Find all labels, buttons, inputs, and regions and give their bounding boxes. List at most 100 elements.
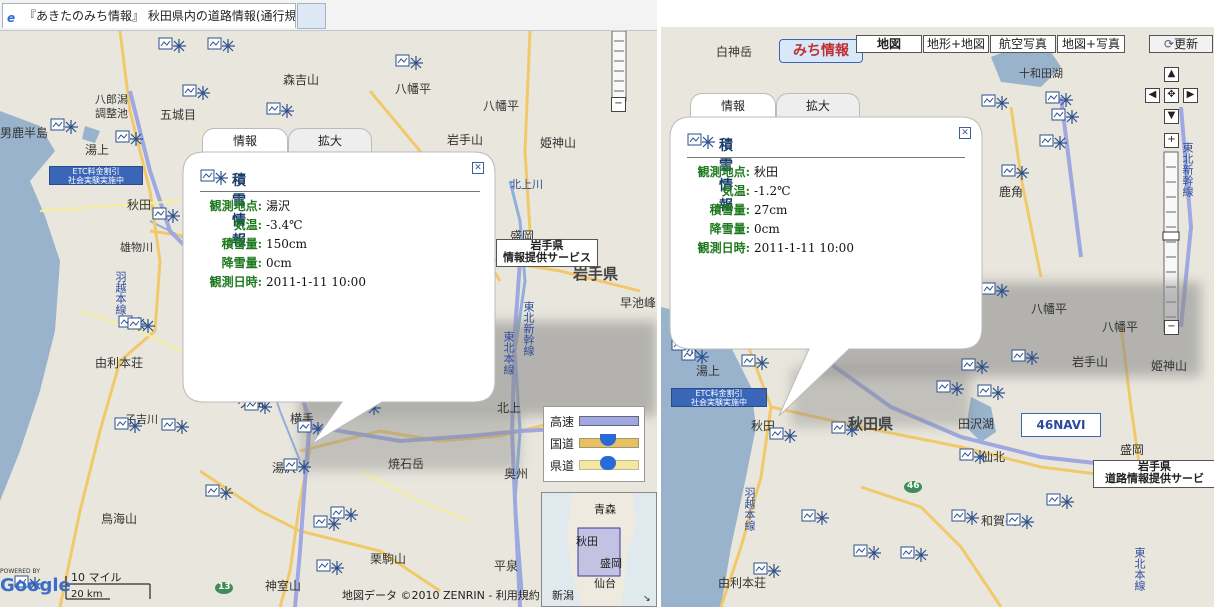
snow-station-icon[interactable] [900,545,930,565]
snow-station-icon[interactable] [831,420,861,440]
pan-down-button[interactable]: ▼ [1164,109,1179,124]
snow-station-icon[interactable] [1011,348,1041,368]
scale-km: 20 km [71,589,103,600]
refresh-button[interactable]: ⟳更新 [1149,35,1213,53]
snow-station-icon[interactable] [981,281,1011,301]
place-label: 十和田湖 [1019,67,1063,80]
snow-station-icon[interactable] [182,83,212,103]
place-label: 鹿角 [999,185,1024,199]
snow-station-icon[interactable] [266,101,296,121]
place-label: 平泉 [494,559,519,573]
snow-station-icon[interactable] [316,558,346,578]
tab-zoom[interactable]: 拡大 [776,93,860,118]
tab-zoom[interactable]: 拡大 [288,128,372,153]
place-label: 鳥海山 [101,512,138,526]
place-label: 八幡平 [395,82,432,96]
tab-info[interactable]: 情報 [202,128,288,153]
place-label: 雄物川 [120,241,153,254]
zoom-out-button[interactable]: − [1164,320,1179,335]
pan-right-button[interactable]: ▶ [1183,88,1198,103]
snow-station-icon[interactable] [769,426,799,446]
etc-discount-sign[interactable]: ETC料金割引 社会実験実施中 [49,166,143,185]
info-row: 気温: -3.4℃ [200,216,303,233]
map-type-terrain-button[interactable]: 地形+地図 [923,35,989,53]
map-type-map-button[interactable]: 地図 [856,35,922,53]
divider [200,191,480,192]
place-label: 由利本荘 [95,356,144,370]
info-row: 降雪量: 0cm [688,220,780,237]
snow-station-icon[interactable] [152,206,182,226]
right-map[interactable]: 白神岳 十和田湖 鹿角 八幡平 八幡平 岩手山 姫神山 湯上 秋田 秋田県 田沢… [661,27,1214,607]
place-label: 五城目 [160,108,197,122]
snow-station-icon[interactable] [283,457,313,477]
snow-station-icon[interactable] [1006,512,1036,532]
place-label: 湯上 [85,143,110,157]
overview-label: 仙台 [594,577,616,590]
snow-station-icon[interactable] [981,93,1011,113]
left-map[interactable]: 男鹿半島 湯上 八郎潟 調整池 五城目 森吉山 八幡平 八幡平 岩手山 姫神山 … [0,31,657,607]
zoom-out-button[interactable]: − [611,97,626,112]
info-row: 観測地点: 秋田 [688,163,778,180]
row-key: 観測地点: [697,165,750,179]
iwate-info-sign[interactable]: 岩手県 情報提供サービス [496,239,598,267]
scale-miles: 10 マイル [71,571,122,584]
snow-station-icon[interactable] [1051,107,1081,127]
snow-station-icon[interactable] [801,508,831,528]
row-value: 湯沢 [266,199,291,213]
place-label: 東北本線 [1133,547,1146,591]
pan-center-button[interactable]: ✥ [1164,88,1179,103]
place-label: 東北本線 [502,331,515,375]
row-value: 0cm [754,222,780,236]
row-value: 2011-1-11 10:00 [754,241,854,255]
map-type-satellite-button[interactable]: 航空写真 [990,35,1056,53]
iwate-info-sign[interactable]: 岩手県 道路情報提供サービ [1093,460,1214,488]
pan-left-button[interactable]: ◀ [1145,88,1160,103]
road-legend: 高速 国道 県道 [543,406,645,482]
close-icon[interactable]: ✕ [959,127,971,139]
route-number: 13 [218,582,231,592]
close-icon[interactable]: ✕ [472,162,484,174]
place-label: 岩手山 [447,133,484,147]
snow-station-icon[interactable] [114,416,144,436]
info-sign-line: 情報提供サービス [503,251,591,264]
info-row: 積雪量: 150cm [200,235,307,252]
snow-station-icon[interactable] [207,36,237,56]
snow-station-icon[interactable] [395,53,425,73]
row-value: -3.4℃ [266,218,303,232]
map-type-hybrid-button[interactable]: 地図+写真 [1057,35,1125,53]
expand-icon[interactable]: ↘ [643,594,653,604]
tab-info[interactable]: 情報 [690,93,776,118]
snow-station-icon[interactable] [853,543,883,563]
row-value: 27cm [754,203,788,217]
snow-station-icon[interactable] [1039,133,1069,153]
snow-station-icon[interactable] [753,561,783,581]
snow-station-icon[interactable] [1001,163,1031,183]
snow-station-icon[interactable] [50,117,80,137]
snow-station-icon[interactable] [959,447,989,467]
michi-info-logo[interactable]: みち情報 [779,39,863,63]
new-tab-button[interactable] [297,3,326,29]
tab-title: 『あきたのみち情報』 秋田県内の道路情報(通行規制... [24,9,296,23]
browser-tab[interactable]: e 『あきたのみち情報』 秋田県内の道路情報(通行規制... [2,3,296,28]
snow-station-icon[interactable] [205,483,235,503]
google-logo[interactable]: Google [0,575,71,596]
map-copyright[interactable]: 地図データ ©2010 ZENRIN - 利用規約 [342,587,540,603]
place-label: 姫神山 [1151,359,1188,373]
browser-tab-bar: e 『あきたのみち情報』 秋田県内の道路情報(通行規制... [0,0,657,31]
pan-up-button[interactable]: ▲ [1164,67,1179,82]
46navi-banner[interactable]: 46NAVI [1021,413,1101,437]
zoom-in-button[interactable]: + [1164,133,1179,148]
snow-station-icon[interactable] [951,508,981,528]
row-key: 観測地点: [209,199,262,213]
place-label: 奥州 [504,467,529,481]
snow-station-icon[interactable] [1046,492,1076,512]
snow-station-icon[interactable] [313,514,343,534]
overview-map[interactable]: 青森 秋田 盛岡 仙台 新潟 ↘ [541,492,657,607]
place-label: 八幡平 [483,99,520,113]
snow-station-icon[interactable] [127,316,157,336]
snow-station-icon[interactable] [158,36,188,56]
info-row: 観測日時: 2011-1-11 10:00 [688,239,854,256]
row-key: 降雪量: [709,222,750,236]
legend-label: 国道 [550,437,575,451]
snow-station-icon[interactable] [115,129,145,149]
